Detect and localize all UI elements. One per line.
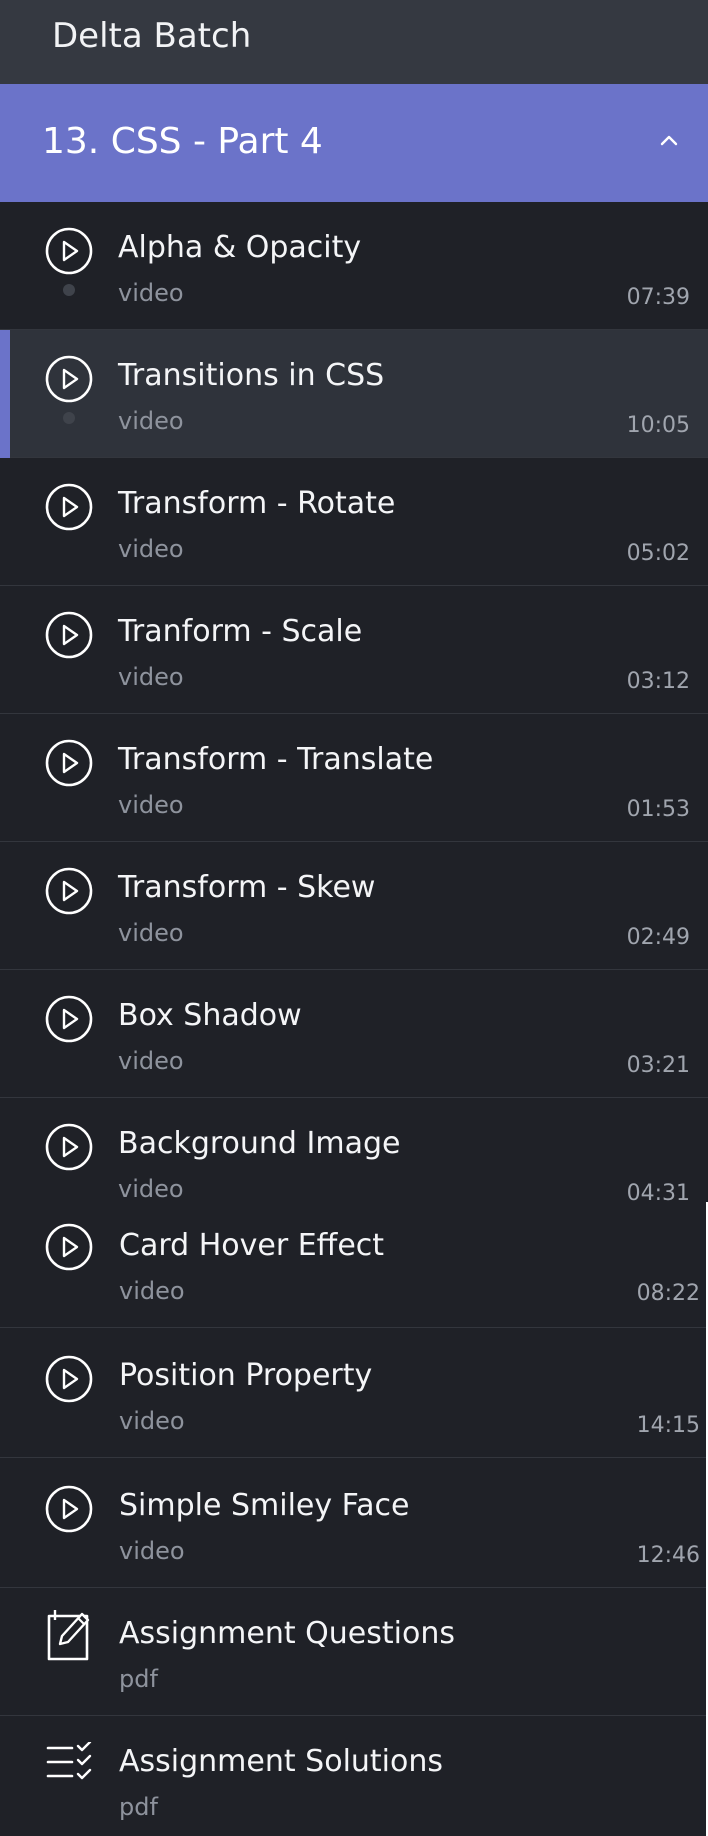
lesson-type: video	[118, 791, 184, 819]
lesson-type: video	[118, 919, 184, 947]
lesson-item-simple-smiley-face[interactable]: Simple Smiley Face video 12:46	[0, 1458, 708, 1588]
play-circle-icon	[45, 995, 93, 1043]
lesson-type: video	[118, 535, 184, 563]
lesson-duration: 01:53	[626, 797, 690, 822]
lesson-title: Box Shadow	[118, 998, 302, 1033]
lesson-title: Background Image	[118, 1126, 401, 1161]
lesson-item-background-image[interactable]: Background Image video 04:31	[0, 1098, 708, 1208]
lesson-title: Transform - Rotate	[118, 486, 396, 521]
chevron-up-icon[interactable]	[658, 130, 680, 152]
play-circle-icon	[45, 867, 93, 915]
lesson-duration: 02:49	[626, 925, 690, 950]
active-indicator	[0, 330, 10, 458]
lesson-duration: 10:05	[626, 413, 690, 438]
lesson-duration: 07:39	[626, 285, 690, 310]
play-circle-icon	[45, 483, 93, 531]
section-header-css-part-4[interactable]: 13. CSS - Part 4	[0, 84, 708, 202]
lesson-title: Simple Smiley Face	[119, 1488, 410, 1523]
lesson-item-transform-rotate[interactable]: Transform - Rotate video 05:02	[0, 458, 708, 586]
lesson-type: video	[118, 1047, 184, 1075]
lesson-item-transform-skew[interactable]: Transform - Skew video 02:49	[0, 842, 708, 970]
play-circle-icon	[45, 227, 93, 275]
lesson-item-assignment-questions[interactable]: Assignment Questions pdf	[0, 1588, 708, 1716]
play-circle-icon	[45, 611, 93, 659]
lesson-title: Card Hover Effect	[119, 1228, 385, 1263]
lesson-item-assignment-solutions[interactable]: Assignment Solutions pdf	[0, 1716, 708, 1836]
checklist-icon	[46, 1742, 92, 1780]
lesson-title: Transitions in CSS	[118, 358, 385, 393]
play-circle-icon	[45, 1355, 93, 1403]
lesson-type: video	[118, 663, 184, 691]
lesson-type: video	[119, 1407, 185, 1435]
lesson-title: Transform - Translate	[118, 742, 434, 777]
lesson-item-position-property[interactable]: Position Property video 14:15	[0, 1328, 708, 1458]
pencil-note-icon	[47, 1610, 90, 1661]
lesson-title: Position Property	[119, 1358, 373, 1393]
lesson-type: video	[119, 1537, 185, 1565]
play-circle-icon	[45, 1223, 93, 1271]
lesson-duration: 03:12	[626, 669, 690, 694]
course-header: Delta Batch	[0, 0, 708, 84]
lesson-duration: 05:02	[626, 541, 690, 566]
lesson-title: Assignment Solutions	[119, 1744, 444, 1779]
progress-dot	[63, 412, 75, 424]
course-sidebar: Delta Batch 13. CSS - Part 4 Alpha & Opa…	[0, 0, 708, 1836]
lesson-type: pdf	[119, 1793, 158, 1821]
lesson-type: pdf	[119, 1665, 158, 1693]
lesson-type: video	[118, 407, 184, 435]
lesson-title: Assignment Questions	[119, 1616, 455, 1651]
lesson-item-transform-scale[interactable]: Tranform - Scale video 03:12	[0, 586, 708, 714]
lesson-duration: 14:15	[636, 1413, 700, 1438]
lesson-duration: 03:21	[626, 1053, 690, 1078]
lesson-item-card-hover-effect[interactable]: Card Hover Effect video 08:22	[0, 1202, 708, 1328]
play-circle-icon	[45, 1485, 93, 1533]
course-title: Delta Batch	[52, 16, 252, 56]
play-circle-icon	[45, 739, 93, 787]
play-circle-icon	[45, 1123, 93, 1171]
lesson-item-transitions-in-css[interactable]: Transitions in CSS video 10:05	[0, 330, 708, 458]
lesson-item-box-shadow[interactable]: Box Shadow video 03:21	[0, 970, 708, 1098]
lesson-duration: 12:46	[636, 1543, 700, 1568]
lesson-item-alpha-opacity[interactable]: Alpha & Opacity video 07:39	[0, 202, 708, 330]
progress-dot	[63, 284, 75, 296]
lesson-type: video	[118, 1175, 184, 1203]
lesson-title: Alpha & Opacity	[118, 230, 362, 265]
play-circle-icon	[45, 355, 93, 403]
lesson-item-transform-translate[interactable]: Transform - Translate video 01:53	[0, 714, 708, 842]
lesson-title: Tranform - Scale	[118, 614, 363, 649]
lesson-duration: 08:22	[636, 1281, 700, 1306]
lesson-type: video	[118, 279, 184, 307]
section-title: 13. CSS - Part 4	[42, 121, 323, 162]
lesson-type: video	[119, 1277, 185, 1305]
lesson-title: Transform - Skew	[118, 870, 376, 905]
